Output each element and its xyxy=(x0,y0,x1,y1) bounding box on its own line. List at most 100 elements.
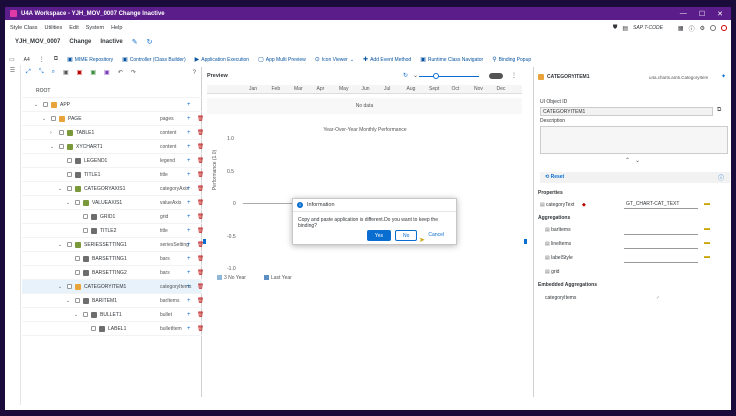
preview-menu-icon[interactable]: ⋮ xyxy=(511,72,517,79)
add-child-icon[interactable]: + xyxy=(187,298,191,304)
expand-all-icon[interactable]: ⤢ xyxy=(26,69,31,76)
add-child-icon[interactable]: + xyxy=(187,186,191,192)
tree-row-checkbox[interactable] xyxy=(67,158,72,163)
search-icon[interactable]: ⌕ xyxy=(52,69,55,76)
add-child-icon[interactable]: + xyxy=(187,214,191,220)
expand-chevron-icon[interactable]: ⌄ xyxy=(58,284,62,290)
tree-row-checkbox[interactable] xyxy=(75,200,80,205)
tree-row[interactable]: ⌄ BARITEM1 barItems 🗑 + xyxy=(22,294,204,308)
tree-row[interactable]: ⌄ APP + xyxy=(22,98,202,112)
add-child-icon[interactable]: + xyxy=(187,326,191,332)
expand-chevron-icon[interactable]: ⌄ xyxy=(50,144,54,150)
tree-row-checkbox[interactable] xyxy=(67,186,72,191)
agg-bind-icon-1[interactable]: ▬ xyxy=(704,240,710,246)
expand-chevron-icon[interactable]: ⌄ xyxy=(58,186,62,192)
ui-object-id-field[interactable]: CATEGORYITEM1 xyxy=(540,107,713,116)
menu-style-class[interactable]: Style Class xyxy=(10,25,38,31)
delete-icon[interactable]: 🗑 xyxy=(197,200,204,206)
add-child-icon[interactable]: + xyxy=(187,172,191,178)
app-execution-button[interactable]: ▶ Application Execution xyxy=(195,56,249,64)
maximize-icon[interactable]: ☐ xyxy=(699,10,705,18)
delete-icon[interactable]: 🗑 xyxy=(197,158,204,164)
collapse-all-icon[interactable]: ⤡ xyxy=(39,69,44,76)
expand-chevron-icon[interactable]: ⌄ xyxy=(74,312,78,318)
tree-row-checkbox[interactable] xyxy=(59,144,64,149)
status-circle-icon[interactable] xyxy=(710,25,716,31)
prop-value-field[interactable]: GT_CHART-CAT_TEXT xyxy=(624,200,698,209)
menu-edit[interactable]: Edit xyxy=(69,25,78,31)
expand-chevron-icon[interactable]: › xyxy=(50,130,52,136)
refresh-icon[interactable]: ↻ xyxy=(147,38,153,46)
delete-icon[interactable]: 🗑 xyxy=(197,144,204,150)
info-icon[interactable]: ⓘ xyxy=(689,24,695,33)
add-child-icon[interactable]: + xyxy=(187,130,191,136)
add-event-method-button[interactable]: ✚ Add Event Method xyxy=(363,56,411,64)
settings-icon[interactable]: ⚙ xyxy=(700,25,705,32)
zoom-handle[interactable] xyxy=(433,73,439,79)
add-child-icon[interactable]: + xyxy=(187,228,191,234)
tree-row[interactable]: BARSETTING1 bars 🗑 + xyxy=(22,252,204,266)
add-child-icon[interactable]: + xyxy=(187,102,191,108)
tree-row-checkbox[interactable] xyxy=(75,256,80,261)
runtime-class-navigator-button[interactable]: ▣ Runtime Class Navigator xyxy=(420,56,483,64)
tree-row-checkbox[interactable] xyxy=(67,242,72,247)
attribute-help-icon[interactable]: ⓘ xyxy=(718,173,724,182)
icon-viewer-button[interactable]: ⊙ Icon Viewer ⌄ xyxy=(315,56,354,64)
tree-row[interactable]: LABEL1 bulletItem 🗑 + xyxy=(22,322,204,336)
expand-chevron-icon[interactable]: ⌄ xyxy=(34,102,38,108)
shield-icon[interactable]: ⛊ xyxy=(613,25,618,32)
menu-system[interactable]: System xyxy=(86,25,104,31)
tree-row[interactable]: TITLE2 title 🗑 + xyxy=(22,224,204,238)
nav-icon[interactable]: ☰ xyxy=(5,67,20,74)
add-child-icon[interactable]: + xyxy=(187,200,191,206)
add-child-icon[interactable]: + xyxy=(187,256,191,262)
expand-chevron-icon[interactable]: ⌄ xyxy=(42,116,46,122)
expand-chevron-icon[interactable]: ⌄ xyxy=(66,298,70,304)
description-expand-icon[interactable]: ⌄ xyxy=(635,157,640,164)
tree-row[interactable]: ⌄ SERIESSETTING1 seriesSetting 🗑 + xyxy=(22,238,204,252)
tree-row[interactable]: ⌄ CATEGORYAXIS1 categoryAxis 🗑 + xyxy=(22,182,204,196)
delete-icon[interactable]: 🗑 xyxy=(197,214,204,220)
delete-icon[interactable]: 🗑 xyxy=(197,172,204,178)
tree-row[interactable]: TITLE1 title 🗑 + xyxy=(22,168,204,182)
tree-row-checkbox[interactable] xyxy=(75,298,80,303)
delete-node-icon[interactable]: ▣ xyxy=(77,69,83,76)
tree-row-checkbox[interactable] xyxy=(43,102,48,107)
delete-icon[interactable]: 🗑 xyxy=(197,130,204,136)
a4-label[interactable]: A4 xyxy=(24,57,30,63)
tree-row-checkbox[interactable] xyxy=(83,214,88,219)
class-link-icon[interactable]: ✦ xyxy=(721,73,726,80)
sidebar-toggle-icon[interactable]: ▭ xyxy=(9,56,15,63)
description-field[interactable] xyxy=(540,126,728,154)
add-child-icon[interactable]: + xyxy=(187,242,191,248)
tree-row-checkbox[interactable] xyxy=(67,172,72,177)
minimize-icon[interactable]: — xyxy=(680,10,687,18)
agg-bind-icon-0[interactable]: ▬ xyxy=(704,226,710,232)
tree-row[interactable]: ⌄ CATEGORYITEM1 categoryItems 🗑 + xyxy=(22,280,204,294)
delete-icon[interactable]: 🗑 xyxy=(197,186,204,192)
preview-refresh-icon[interactable]: ↻ xyxy=(403,72,408,79)
paste-node-icon[interactable]: ▣ xyxy=(90,69,96,76)
tree-row[interactable]: ⌄ BULLET1 bullet 🗑 + xyxy=(22,308,204,322)
delete-icon[interactable]: 🗑 xyxy=(197,326,204,332)
edit-icon[interactable]: ✎ xyxy=(132,38,138,46)
add-child-icon[interactable]: + xyxy=(187,158,191,164)
tree-row[interactable]: › TABLE1 content 🗑 + xyxy=(22,126,204,140)
tree-row-checkbox[interactable] xyxy=(83,312,88,317)
prop-bind-icon[interactable]: ▬ xyxy=(704,201,710,207)
tcode-field[interactable]: SAP T-CODE xyxy=(633,25,663,31)
description-collapse-icon[interactable]: ⌃ xyxy=(625,157,630,164)
tree-icon[interactable]: ⋮ xyxy=(39,56,45,63)
copy-icon[interactable]: ⧉ xyxy=(54,56,58,63)
add-child-icon[interactable]: + xyxy=(187,284,191,290)
copy-node-icon[interactable]: ▣ xyxy=(63,69,69,76)
tree-row[interactable]: ROOT xyxy=(22,84,202,98)
add-child-icon[interactable]: + xyxy=(187,144,191,150)
undo-icon[interactable]: ↶ xyxy=(118,69,123,76)
delete-icon[interactable]: 🗑 xyxy=(197,228,204,234)
tree-row-checkbox[interactable] xyxy=(75,270,80,275)
zoom-slider[interactable] xyxy=(419,76,479,77)
tree-row-checkbox[interactable] xyxy=(91,326,96,331)
delete-icon[interactable]: 🗑 xyxy=(197,284,204,290)
no-button[interactable]: No xyxy=(395,230,418,241)
